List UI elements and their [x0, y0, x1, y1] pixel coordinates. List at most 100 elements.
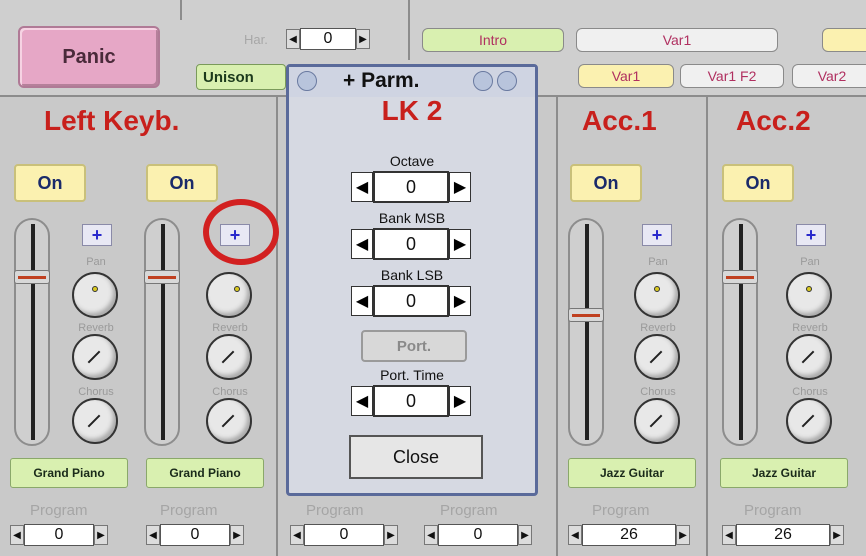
decrement-icon[interactable]: ◀ [722, 525, 736, 545]
var1-top-button[interactable]: Var1 [576, 28, 778, 52]
port-button[interactable]: Port. [361, 330, 467, 362]
plus-button[interactable]: + [642, 224, 672, 246]
increment-icon[interactable]: ▶ [449, 229, 471, 259]
decrement-icon[interactable]: ◀ [351, 286, 373, 316]
reverb-knob[interactable] [786, 334, 832, 380]
plus-button[interactable]: + [796, 224, 826, 246]
bank-lsb-value[interactable]: 0 [373, 285, 449, 317]
volume-fader[interactable] [144, 218, 180, 446]
fader-handle[interactable] [722, 270, 758, 284]
volume-fader[interactable] [14, 218, 50, 446]
chorus-knob[interactable] [72, 398, 118, 444]
close-button[interactable]: Close [349, 435, 483, 479]
pan-knob[interactable] [634, 272, 680, 318]
port-time-spinner[interactable]: ◀ 0 ▶ [351, 385, 471, 417]
pan-knob[interactable] [786, 272, 832, 318]
decrement-icon[interactable]: ◀ [351, 386, 373, 416]
increment-icon[interactable]: ▶ [830, 525, 844, 545]
panic-button[interactable]: Panic [18, 26, 160, 88]
reverb-knob[interactable] [634, 334, 680, 380]
program-spinner[interactable]: ◀ 0 ▶ [424, 524, 532, 546]
plus-button[interactable]: + [82, 224, 112, 246]
decrement-icon[interactable]: ◀ [286, 29, 300, 49]
maximize-icon[interactable] [497, 71, 517, 91]
fader-track [739, 224, 743, 440]
window-menu-icon[interactable] [297, 71, 317, 91]
increment-icon[interactable]: ▶ [94, 525, 108, 545]
knob-indicator [649, 350, 663, 364]
reverb-knob[interactable] [206, 334, 252, 380]
volume-fader[interactable] [568, 218, 604, 446]
program-spinner[interactable]: ◀ 26 ▶ [722, 524, 844, 546]
fader-handle[interactable] [568, 308, 604, 322]
decrement-icon[interactable]: ◀ [146, 525, 160, 545]
volume-fader[interactable] [722, 218, 758, 446]
increment-icon[interactable]: ▶ [449, 286, 471, 316]
program-value[interactable]: 0 [304, 524, 384, 546]
har-value[interactable]: 0 [300, 28, 356, 50]
instrument-name[interactable]: Grand Piano [146, 458, 264, 488]
left-keyb-title: Left Keyb. [44, 105, 180, 136]
port-time-value[interactable]: 0 [373, 385, 449, 417]
program-value[interactable]: 26 [736, 524, 830, 546]
var2-button[interactable]: Var2 [792, 64, 866, 88]
decrement-icon[interactable]: ◀ [568, 525, 582, 545]
unison-button[interactable]: Unison [196, 64, 286, 90]
instrument-name[interactable]: Jazz Guitar [568, 458, 696, 488]
pan-knob[interactable] [72, 272, 118, 318]
knob-indicator [801, 350, 815, 364]
chorus-knob[interactable] [786, 398, 832, 444]
chorus-label: Chorus [212, 386, 248, 398]
program-value[interactable]: 0 [160, 524, 230, 546]
instrument-name[interactable]: Grand Piano [10, 458, 128, 488]
bank-lsb-spinner[interactable]: ◀ 0 ▶ [351, 285, 471, 317]
fader-track [31, 224, 35, 440]
har-label: Har. [244, 32, 268, 47]
instrument-name[interactable]: Jazz Guitar [720, 458, 848, 488]
decrement-icon[interactable]: ◀ [351, 229, 373, 259]
octave-value[interactable]: 0 [373, 171, 449, 203]
program-spinner[interactable]: ◀ 0 ▶ [290, 524, 398, 546]
intro-button[interactable]: Intro [422, 28, 564, 52]
fader-handle[interactable] [14, 270, 50, 284]
increment-icon[interactable]: ▶ [230, 525, 244, 545]
decrement-icon[interactable]: ◀ [351, 172, 373, 202]
highlight-circle [203, 199, 279, 265]
var1-button[interactable]: Var1 [578, 64, 674, 88]
increment-icon[interactable]: ▶ [449, 172, 471, 202]
dialog-title: + Parm. [343, 69, 420, 92]
increment-icon[interactable]: ▶ [356, 29, 370, 49]
dialog-subtitle: LK 2 [381, 95, 443, 126]
reverb-knob[interactable] [72, 334, 118, 380]
chorus-knob[interactable] [634, 398, 680, 444]
on-button[interactable]: On [146, 164, 218, 202]
chorus-label: Chorus [792, 386, 828, 398]
increment-icon[interactable]: ▶ [384, 525, 398, 545]
decrement-icon[interactable]: ◀ [10, 525, 24, 545]
on-button[interactable]: On [14, 164, 86, 202]
program-value[interactable]: 0 [438, 524, 518, 546]
bank-msb-spinner[interactable]: ◀ 0 ▶ [351, 228, 471, 260]
octave-spinner[interactable]: ◀ 0 ▶ [351, 171, 471, 203]
var1-f2-button[interactable]: Var1 F2 [680, 64, 784, 88]
program-spinner[interactable]: ◀ 0 ▶ [146, 524, 244, 546]
on-button[interactable]: On [570, 164, 642, 202]
minimize-icon[interactable] [473, 71, 493, 91]
har-spinner[interactable]: ◀ 0 ▶ [286, 28, 370, 50]
increment-icon[interactable]: ▶ [449, 386, 471, 416]
bank-lsb-label: Bank LSB [380, 267, 444, 283]
decrement-icon[interactable]: ◀ [424, 525, 438, 545]
pan-knob[interactable] [206, 272, 252, 318]
increment-icon[interactable]: ▶ [518, 525, 532, 545]
program-value[interactable]: 0 [24, 524, 94, 546]
top-right-button[interactable] [822, 28, 866, 52]
program-spinner[interactable]: ◀ 26 ▶ [568, 524, 690, 546]
program-value[interactable]: 26 [582, 524, 676, 546]
increment-icon[interactable]: ▶ [676, 525, 690, 545]
fader-handle[interactable] [144, 270, 180, 284]
program-spinner[interactable]: ◀ 0 ▶ [10, 524, 108, 546]
decrement-icon[interactable]: ◀ [290, 525, 304, 545]
bank-msb-value[interactable]: 0 [373, 228, 449, 260]
on-button[interactable]: On [722, 164, 794, 202]
chorus-knob[interactable] [206, 398, 252, 444]
